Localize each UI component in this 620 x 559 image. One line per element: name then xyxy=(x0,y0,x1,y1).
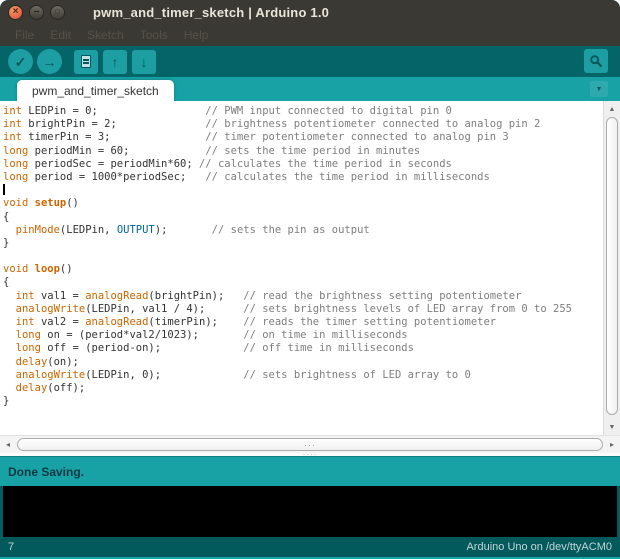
scroll-up-icon[interactable]: ▲ xyxy=(604,102,620,116)
code-line: analogWrite(LEDPin, 0); // sets brightne… xyxy=(15,368,471,381)
status-bar: Done Saving. xyxy=(0,456,620,486)
close-window-icon[interactable]: × xyxy=(8,4,23,20)
save-sketch-button[interactable]: ↓ xyxy=(132,49,156,74)
arduino-ide-window: × – □ pwm_and_timer_sketch | Arduino 1.0… xyxy=(0,0,620,559)
tab-menu-button[interactable]: ▼ xyxy=(590,81,608,97)
code-line: } xyxy=(3,236,10,249)
code-line: int val2 = analogRead(timerPin); // read… xyxy=(15,316,497,328)
verify-button[interactable]: ✓ xyxy=(8,49,33,74)
code-line: pinMode(LEDPin, OUTPUT); // sets the pin… xyxy=(15,223,370,236)
serial-monitor-button[interactable] xyxy=(584,49,608,73)
code-line: int brightPin = 2; // brightness potenti… xyxy=(3,118,541,131)
editor-pane: int LEDPin = 0; // PWM input connected t… xyxy=(0,101,620,435)
menu-item-tools[interactable]: Tools xyxy=(133,26,175,44)
code-line: } xyxy=(3,395,10,408)
tab-bar: pwm_and_timer_sketch ▼ xyxy=(0,77,620,101)
code-line: { xyxy=(3,276,10,289)
code-line: delay(on); xyxy=(15,355,79,368)
window-title: pwm_and_timer_sketch | Arduino 1.0 xyxy=(93,4,330,20)
open-sketch-button[interactable]: ↑ xyxy=(103,49,127,74)
menu-item-file[interactable]: File xyxy=(8,26,41,44)
console-output xyxy=(3,486,617,537)
vertical-scrollbar[interactable]: ▲ ▼ xyxy=(603,101,620,435)
code-line: int LEDPin = 0; // PWM input connected t… xyxy=(3,105,452,117)
code-line xyxy=(3,183,603,197)
code-line: { xyxy=(3,210,10,223)
scroll-left-icon[interactable]: ◂ xyxy=(0,436,16,453)
code-line: int val1 = analogRead(brightPin); // rea… xyxy=(15,289,522,302)
code-line: void loop() xyxy=(3,263,73,276)
document-icon xyxy=(81,55,91,68)
code-line: long periodSec = periodMin*60; // calcul… xyxy=(3,157,452,170)
new-sketch-button[interactable] xyxy=(74,49,98,74)
menu-item-sketch[interactable]: Sketch xyxy=(80,26,131,44)
code-line: long periodMin = 60; // sets the time pe… xyxy=(3,144,421,157)
toolbar: ✓ → ↑ ↓ xyxy=(0,46,620,77)
board-port-info: Arduino Uno on /dev/ttyACM0 xyxy=(466,541,612,553)
title-bar: × – □ pwm_and_timer_sketch | Arduino 1.0 xyxy=(0,0,620,24)
maximize-window-icon[interactable]: □ xyxy=(50,4,65,20)
upload-button[interactable]: → xyxy=(37,49,62,74)
scroll-down-icon[interactable]: ▼ xyxy=(604,420,620,434)
horizontal-scrollbar-thumb[interactable]: ··· xyxy=(17,438,603,451)
magnifier-icon xyxy=(590,55,603,68)
code-line: delay(off); xyxy=(15,381,86,394)
code-line: long off = (period-on); // off time in m… xyxy=(15,342,414,355)
code-line: long period = 1000*periodSec; // calcula… xyxy=(3,170,490,183)
horizontal-scrollbar[interactable]: ◂ ··· ▸ xyxy=(0,435,620,453)
tab-pwm-and-timer-sketch[interactable]: pwm_and_timer_sketch xyxy=(17,80,174,101)
status-message: Done Saving. xyxy=(8,464,85,479)
code-line: void setup() xyxy=(3,197,79,210)
menu-bar: File Edit Sketch Tools Help xyxy=(0,24,620,46)
right-arrow-icon: → xyxy=(42,53,57,70)
up-arrow-icon: ↑ xyxy=(111,53,119,70)
scroll-right-icon[interactable]: ▸ xyxy=(604,436,620,453)
vertical-scrollbar-thumb[interactable] xyxy=(606,117,618,415)
code-line: int timerPin = 3; // timer potentiometer… xyxy=(3,131,509,144)
code-line: long on = (period*val2/1023); // on time… xyxy=(15,329,408,342)
window-controls: × – □ xyxy=(8,4,65,20)
thumb-grip-icon: ··· xyxy=(304,439,316,450)
code-line: analogWrite(LEDPin, val1 / 4); // sets b… xyxy=(15,302,572,315)
code-area[interactable]: int LEDPin = 0; // PWM input connected t… xyxy=(0,101,603,435)
console-wrapper xyxy=(0,486,620,537)
footer-bar: 7 Arduino Uno on /dev/ttyACM0 xyxy=(0,537,620,559)
current-line-number: 7 xyxy=(8,541,15,553)
text-caret xyxy=(3,183,5,195)
menu-item-help[interactable]: Help xyxy=(177,26,216,44)
down-arrow-icon: ↓ xyxy=(140,53,148,70)
minimize-window-icon[interactable]: – xyxy=(29,4,44,20)
menu-item-edit[interactable]: Edit xyxy=(43,26,78,44)
chevron-down-icon: ▼ xyxy=(595,85,603,93)
check-icon: ✓ xyxy=(14,53,27,70)
